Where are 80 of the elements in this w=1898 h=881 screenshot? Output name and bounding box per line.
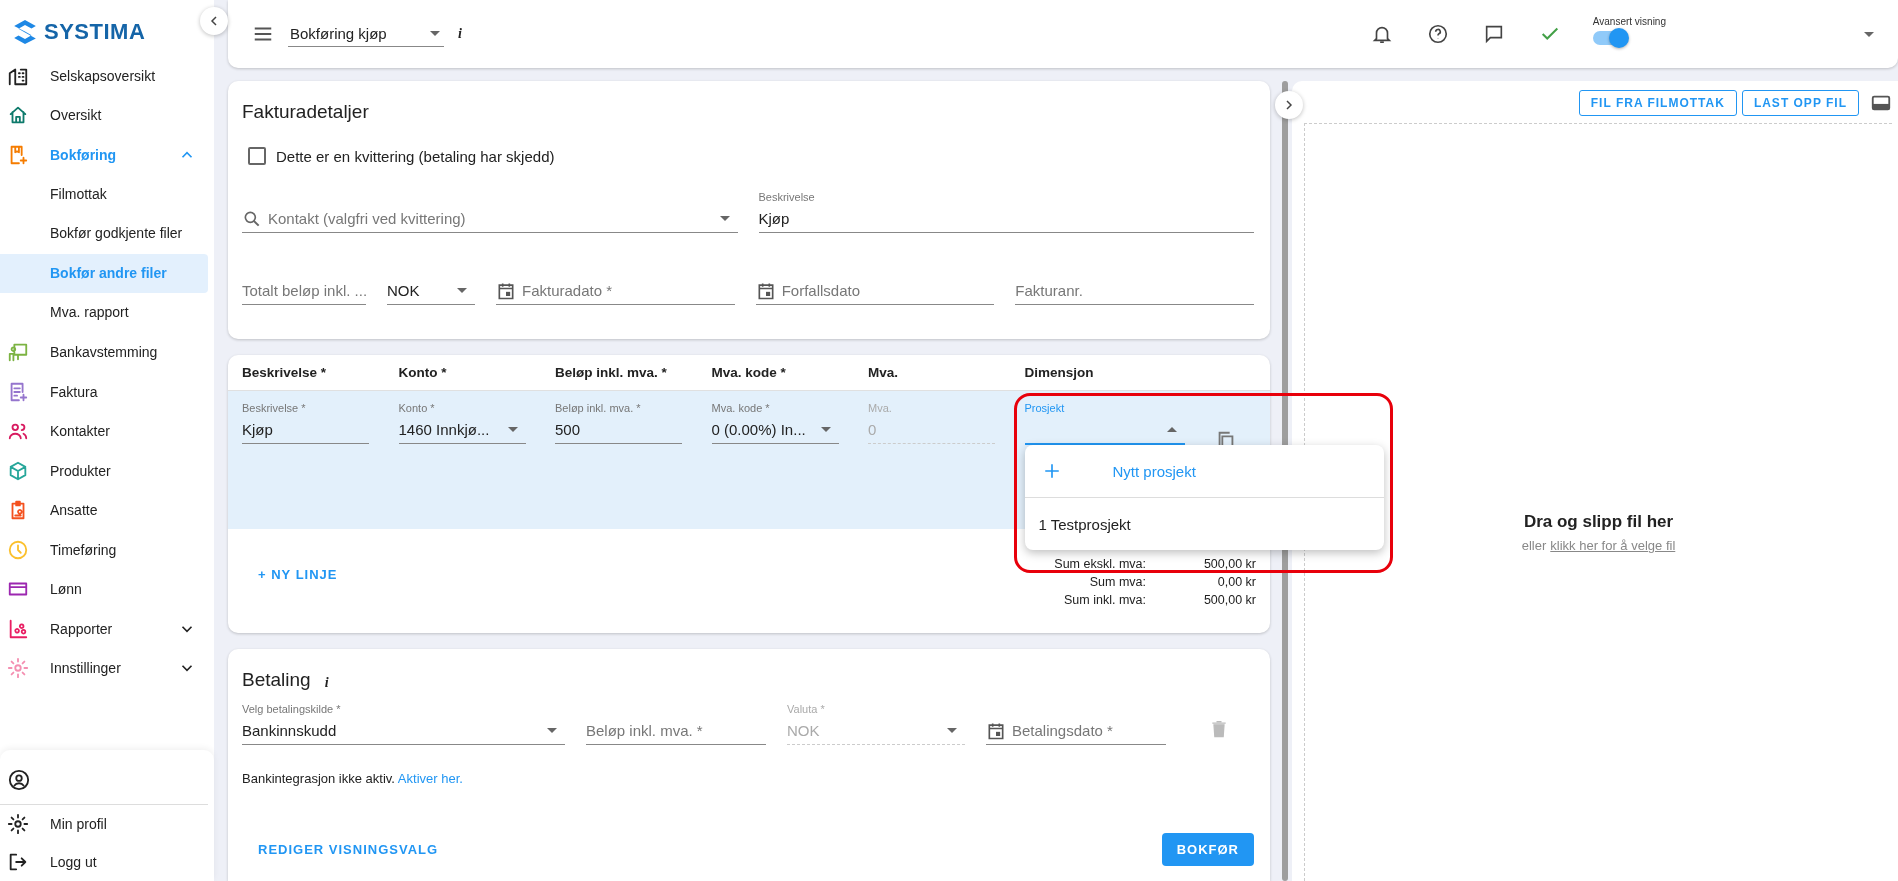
nav-item[interactable]: Selskapsoversikt	[0, 56, 214, 96]
caret-icon	[820, 427, 831, 432]
info-icon[interactable]: i	[324, 675, 329, 691]
nav-item[interactable]: Kontakter	[0, 411, 214, 451]
column-header: Beløp inkl. mva. *	[555, 365, 668, 380]
nav-item[interactable]: Bankavstemming	[0, 332, 214, 372]
input-field[interactable]: Totalt beløp inkl. ...	[242, 263, 366, 305]
expand-button[interactable]	[1275, 91, 1303, 119]
drop-hint: eller	[1521, 538, 1547, 553]
view-select[interactable]: Bokføring kjøp	[288, 21, 444, 47]
nav-subitem[interactable]: Bokfør godkjente filer	[0, 214, 208, 254]
gear-icon	[7, 657, 29, 680]
logo-icon	[12, 19, 38, 45]
plus-icon	[1042, 462, 1061, 480]
notice-text: Bankintegrasjon ikke aktiv. Aktiver her.	[242, 771, 464, 786]
search-field[interactable]: Kontakt (valgfri ved kvittering)	[242, 191, 738, 233]
select-field[interactable]: Mva. kode * 0 (0.00%) In...	[711, 402, 839, 444]
nav-item[interactable]: Timeføring	[0, 530, 214, 570]
nav-item[interactable]: Min profil	[0, 805, 214, 843]
cube-icon	[7, 459, 29, 482]
nav-subitem[interactable]: Mva. rapport	[0, 293, 208, 333]
help-icon[interactable]	[1426, 23, 1449, 45]
caret-icon	[719, 216, 730, 221]
input-field[interactable]: Fakturanr.	[1015, 263, 1254, 305]
nav-item[interactable]: Lønn	[0, 569, 214, 609]
presentation-icon	[7, 341, 29, 364]
nav-item[interactable]: Innstillinger	[0, 648, 214, 688]
sum-label: Sum mva:	[1088, 575, 1146, 589]
toggle-label: Avansert visning	[1592, 15, 1666, 27]
column-header: Konto *	[398, 365, 448, 380]
sum-value: 500,00 kr	[1202, 557, 1256, 571]
user-avatar-icon[interactable]	[8, 769, 30, 791]
select-field[interactable]: NOK	[387, 263, 475, 305]
nav-subitem[interactable]: Filmottak	[0, 174, 208, 214]
column-header: Mva. kode *	[711, 365, 787, 380]
collapse-button[interactable]	[200, 7, 228, 35]
toggle-switch[interactable]	[1592, 30, 1627, 45]
caret-icon[interactable]	[1864, 31, 1874, 37]
card-title: Fakturadetaljer	[242, 100, 370, 123]
select-field[interactable]: Konto * 1460 Innkjø...	[398, 402, 526, 444]
sum-label: Sum ekskl. mva:	[1054, 557, 1146, 571]
drop-title: Dra og slipp fil her	[1523, 512, 1674, 532]
input-field[interactable]: Beskrivelse * Kjøp	[242, 402, 369, 444]
clock-icon	[7, 538, 29, 561]
nav-item[interactable]: Produkter	[0, 451, 214, 491]
nav-item[interactable]: Ansatte	[0, 490, 214, 530]
sum-value: 500,00 kr	[1202, 593, 1256, 607]
input-field[interactable]: Beløp inkl. mva. * 500	[555, 402, 682, 444]
column-header: Beskrivelse *	[242, 365, 328, 380]
logo-text: SYSTIMA	[44, 19, 146, 45]
column-header: Mva.	[868, 365, 899, 380]
sum-value: 0,00 kr	[1216, 575, 1256, 589]
select-field[interactable]: Velg betalingskilde * Bankinnskudd	[242, 703, 565, 745]
caret-up-icon	[1166, 427, 1177, 432]
sum-label: Sum inkl. mva:	[1063, 593, 1146, 607]
input-field[interactable]: Beskrivelse Kjøp	[758, 191, 1254, 233]
card-title: Betaling	[242, 668, 311, 691]
scrollbar[interactable]	[1282, 81, 1288, 881]
info-icon[interactable]: i	[458, 26, 462, 42]
date-field[interactable]: Fakturadato *	[496, 263, 735, 305]
checkbox-label[interactable]: Dette er en kvittering (betaling har skjedd)	[276, 147, 555, 165]
caret-icon	[947, 728, 957, 733]
caret-icon	[507, 427, 518, 432]
column-header: Dimensjon	[1024, 365, 1095, 380]
nav-item[interactable]: Rapporter	[0, 609, 214, 649]
choose-file-link[interactable]: klikk her for å velge fil	[1550, 538, 1676, 553]
chart-icon	[7, 617, 29, 640]
date-field[interactable]: Forfallsdato	[755, 263, 995, 305]
checkbox[interactable]	[248, 147, 266, 165]
date-field[interactable]: Betalingsdato *	[986, 703, 1166, 745]
input-field[interactable]: Beløp inkl. mva. *	[586, 703, 766, 745]
nav-item[interactable]: Oversikt	[0, 95, 214, 135]
drop-zone[interactable]: Dra og slipp fil her eller klikk her for å velge fil	[1304, 123, 1892, 881]
caret-icon	[547, 728, 557, 733]
logout-icon	[7, 851, 29, 873]
nav-item[interactable]: Logg ut	[0, 843, 214, 881]
caret-icon	[457, 288, 467, 293]
gear-icon	[7, 813, 29, 835]
caret-icon	[430, 31, 440, 36]
nav-item[interactable]: Faktura	[0, 372, 214, 412]
